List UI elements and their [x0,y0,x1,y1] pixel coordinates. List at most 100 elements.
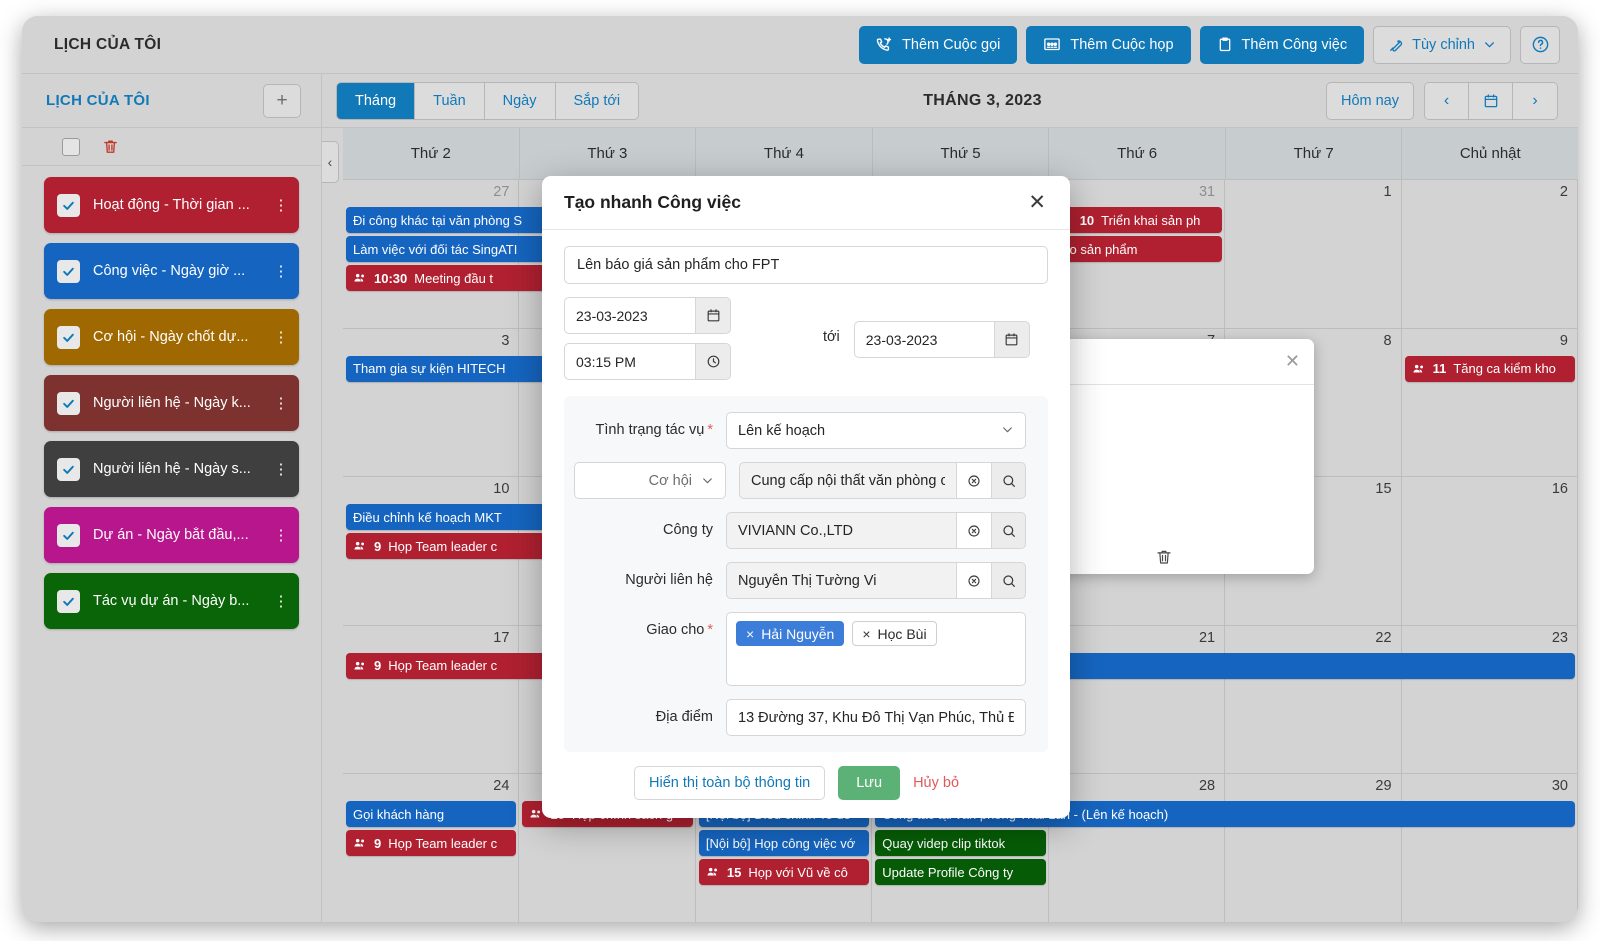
save-button[interactable]: Lưu [838,766,901,800]
assignee-label-text: Giao cho [646,622,705,638]
calendar-visible-checkbox[interactable] [57,589,80,613]
calendar-event[interactable]: Update Profile Công ty [875,859,1046,886]
calendar-visible-checkbox[interactable] [57,391,80,415]
start-datetime-group [564,297,731,380]
relation-control [739,462,1048,499]
start-date-input[interactable] [564,297,695,334]
relation-type-select[interactable]: Cơ hội [574,462,726,499]
contact-lookup [726,562,1026,599]
required-marker: * [707,622,713,638]
event-title: Họp với Vũ về cô [748,864,848,880]
calendar-icon[interactable] [695,297,731,334]
more-options-icon[interactable]: ⋮ [273,330,289,345]
more-options-icon[interactable]: ⋮ [273,264,289,279]
day-of-week-cell: Chủ nhật [1459,145,1521,162]
today-button[interactable]: Hôm nay [1325,81,1414,120]
calendar-list-item[interactable]: Cơ hội - Ngày chốt dự... ⋮ [44,309,299,365]
add-call-button[interactable]: Thêm Cuộc gọi [859,25,1018,64]
end-date-input[interactable] [853,321,994,358]
calendar-event[interactable]: [Nội bộ] Họp công việc vớ [698,830,870,857]
search-icon[interactable] [991,562,1026,599]
view-tab[interactable]: Tháng [337,82,416,119]
company-input[interactable] [726,512,956,549]
cancel-button[interactable]: Hủy bỏ [913,775,959,791]
clear-icon[interactable] [956,562,991,599]
status-field-row: Tình trạng tác vụ * Lên kế hoạch [564,412,1048,449]
date-picker-button[interactable] [1469,82,1513,119]
event-title: mo sản phẩm [1058,241,1138,257]
more-options-icon[interactable]: ⋮ [273,594,289,609]
show-all-info-button[interactable]: Hiển thị toàn bộ thông tin [634,766,826,800]
more-options-icon[interactable]: ⋮ [273,462,289,477]
assignee-control: × Hải Nguyễn × Học Bùi [726,612,1048,686]
calendar-event[interactable]: 10 Triển khai sản ph [1051,207,1223,233]
clipboard-icon [1217,36,1233,53]
more-options-icon[interactable]: ⋮ [273,198,289,213]
calendar-list-item[interactable]: Người liên hệ - Ngày s... ⋮ [44,441,299,497]
next-month-button[interactable]: › [1513,82,1557,119]
calendar-visible-checkbox[interactable] [57,457,80,481]
remove-tag-icon[interactable]: × [746,626,754,642]
contact-label: Người liên hệ [625,572,713,588]
view-tab[interactable]: Tuần [415,82,485,119]
relation-lookup [739,462,1026,499]
calendar-event[interactable]: Gọi khách hàng [346,801,517,828]
calendar-visible-checkbox[interactable] [57,523,80,547]
assignee-tag[interactable]: × Học Bùi [852,621,937,646]
assignee-tag[interactable]: × Hải Nguyễn [736,621,845,646]
status-value: Lên kế hoạch [738,422,826,439]
calendar-list-item[interactable]: Tác vụ dự án - Ngày b... ⋮ [44,573,299,629]
calendar-event[interactable]: 9 Họp Team leader c [346,830,517,857]
remove-tag-icon[interactable]: × [862,626,870,642]
add-task-button[interactable]: Thêm Công việc [1199,25,1365,64]
collapse-sidebar-handle[interactable]: ‹ [322,141,339,183]
calendar-event[interactable]: Quay videp clip tiktok [875,830,1046,857]
day-number: 22 [1375,629,1392,646]
calendar-visible-checkbox[interactable] [57,193,80,217]
location-input[interactable] [726,699,1026,736]
task-name-input[interactable] [564,246,1048,284]
add-calendar-button[interactable]: + [263,83,301,118]
calendar-list-item[interactable]: Người liên hệ - Ngày k... ⋮ [44,375,299,431]
more-options-icon[interactable]: ⋮ [273,528,289,543]
calendar-list-item[interactable]: Công việc - Ngày giờ ... ⋮ [44,243,299,299]
view-tab[interactable]: Sắp tới [555,82,639,119]
view-tab[interactable]: Ngày [484,82,556,119]
help-button[interactable] [1520,25,1560,64]
calendar-visible-checkbox[interactable] [57,325,80,349]
calendar-icon[interactable] [993,321,1030,358]
search-icon[interactable] [991,512,1026,549]
calendar-list-item-label: Tác vụ dự án - Ngày b... [93,593,250,609]
location-field-row: Địa điểm [564,699,1048,736]
day-of-week-cell: Thứ 4 [696,128,873,179]
close-icon[interactable]: ✕ [1024,190,1050,215]
relation-input[interactable] [739,462,956,499]
calendar-visible-checkbox[interactable] [57,259,80,283]
status-select[interactable]: Lên kế hoạch [726,412,1026,449]
clear-icon[interactable] [956,462,991,499]
event-title: Meeting đầu t [414,270,494,286]
add-meeting-button[interactable]: Thêm Cuộc họp [1026,25,1191,64]
contact-input[interactable] [726,562,956,599]
start-time-input[interactable] [564,343,695,380]
calendar-event[interactable]: mo sản phẩm [1051,236,1223,262]
group-icon [353,271,367,285]
assignee-tag-box[interactable]: × Hải Nguyễn × Học Bùi [726,612,1026,686]
calendar-event[interactable]: 11 Tăng ca kiểm kho [1404,355,1575,382]
calendar-list-item[interactable]: Hoạt động - Thời gian ... ⋮ [44,177,299,233]
delete-icon[interactable] [102,138,119,155]
more-options-icon[interactable]: ⋮ [273,396,289,411]
clear-icon[interactable] [956,512,991,549]
calendar-list-item[interactable]: Dự án - Ngày bắt đầu,... ⋮ [44,507,299,563]
quick-create-task-modal: Tạo nhanh Công việc ✕ Lên báo giá sản ph… [542,176,1070,818]
event-title: Đi công khác tại văn phòng S [353,212,523,228]
customize-button[interactable]: Tùy chỉnh [1373,25,1511,64]
select-all-checkbox[interactable] [62,137,80,156]
prev-month-button[interactable]: ‹ [1425,82,1469,119]
calendar-list-item-label: Cơ hội - Ngày chốt dự... [93,329,249,345]
search-icon[interactable] [991,462,1026,499]
calendar-event[interactable]: 15 Họp với Vũ về cô [698,859,870,886]
page-title: LỊCH CỦA TÔI [54,35,162,53]
sidebar-title: LỊCH CỦA TÔI [46,92,150,109]
clock-icon[interactable] [695,343,731,380]
